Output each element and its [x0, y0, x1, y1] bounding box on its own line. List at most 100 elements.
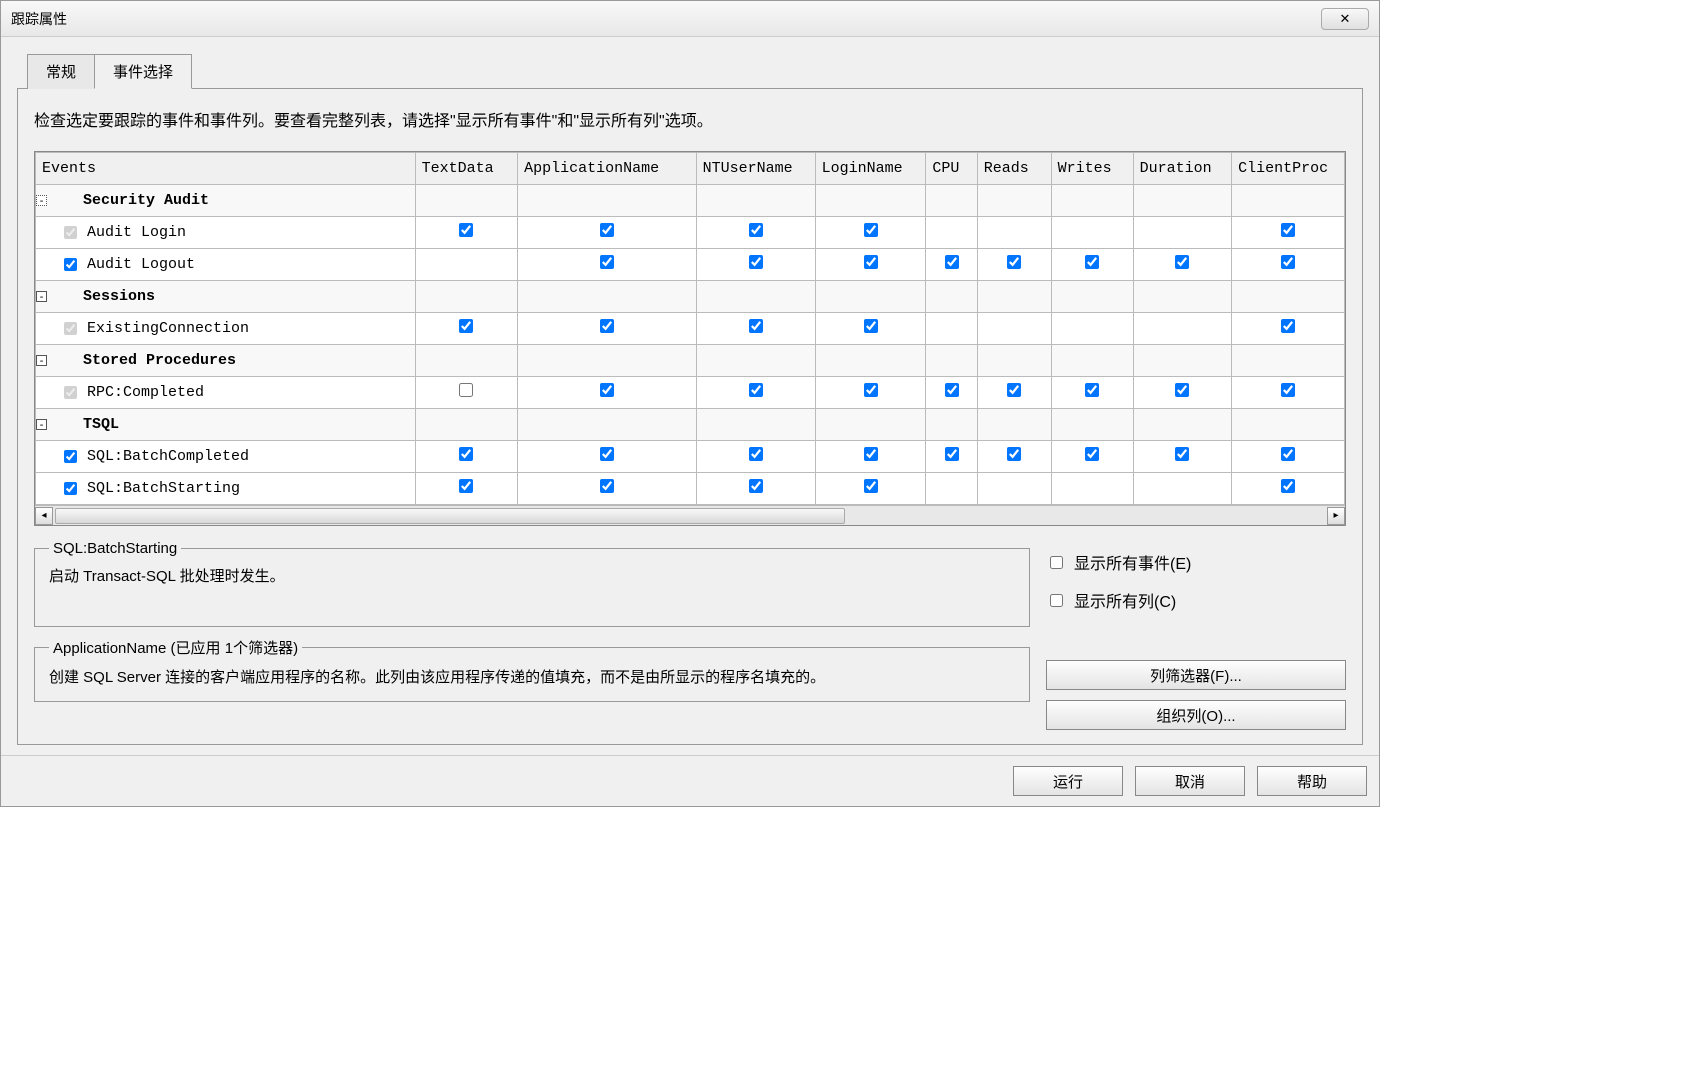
run-button[interactable]: 运行: [1013, 766, 1123, 796]
cell-writes[interactable]: [1051, 217, 1133, 249]
horizontal-scrollbar[interactable]: ◂ ▸: [35, 505, 1345, 525]
cell-checkbox[interactable]: [1281, 223, 1295, 237]
tab-general[interactable]: 常规: [27, 54, 95, 89]
cell-checkbox[interactable]: [749, 319, 763, 333]
cell-checkbox[interactable]: [600, 479, 614, 493]
cell-checkbox[interactable]: [864, 479, 878, 493]
cell-appname[interactable]: [518, 217, 697, 249]
cell-checkbox[interactable]: [1007, 255, 1021, 269]
col-header-reads[interactable]: Reads: [977, 153, 1051, 185]
cell-client[interactable]: [1232, 249, 1345, 281]
show-all-events-option[interactable]: 显示所有事件(E): [1046, 550, 1346, 574]
cell-checkbox[interactable]: [600, 255, 614, 269]
cell-textdata[interactable]: [415, 377, 518, 409]
cell-checkbox[interactable]: [1085, 255, 1099, 269]
cell-checkbox[interactable]: [1007, 447, 1021, 461]
cell-client[interactable]: [1232, 377, 1345, 409]
cell-checkbox[interactable]: [749, 479, 763, 493]
cell-appname[interactable]: [518, 473, 697, 505]
cell-checkbox[interactable]: [600, 223, 614, 237]
cell-checkbox[interactable]: [864, 255, 878, 269]
cell-checkbox[interactable]: [1175, 383, 1189, 397]
cell-writes[interactable]: [1051, 249, 1133, 281]
event-cell[interactable]: ExistingConnection: [36, 313, 416, 345]
help-button[interactable]: 帮助: [1257, 766, 1367, 796]
group-cell[interactable]: -Sessions: [36, 281, 416, 313]
cell-login[interactable]: [815, 313, 926, 345]
cell-checkbox[interactable]: [459, 447, 473, 461]
cell-checkbox[interactable]: [945, 383, 959, 397]
cell-reads[interactable]: [977, 377, 1051, 409]
cell-cpu[interactable]: [926, 377, 977, 409]
cell-checkbox[interactable]: [749, 447, 763, 461]
cell-checkbox[interactable]: [1175, 447, 1189, 461]
cell-checkbox[interactable]: [1281, 255, 1295, 269]
cell-checkbox[interactable]: [459, 223, 473, 237]
cell-checkbox[interactable]: [864, 319, 878, 333]
cell-duration[interactable]: [1133, 249, 1231, 281]
cell-writes[interactable]: [1051, 313, 1133, 345]
cell-checkbox[interactable]: [749, 383, 763, 397]
cell-checkbox[interactable]: [1281, 383, 1295, 397]
cell-ntuser[interactable]: [696, 249, 815, 281]
col-header-login[interactable]: LoginName: [815, 153, 926, 185]
cell-checkbox[interactable]: [1175, 255, 1189, 269]
cell-login[interactable]: [815, 377, 926, 409]
event-cell[interactable]: Audit Login: [36, 217, 416, 249]
scroll-right-icon[interactable]: ▸: [1327, 507, 1345, 525]
cell-cpu[interactable]: [926, 441, 977, 473]
event-cell[interactable]: Audit Logout: [36, 249, 416, 281]
col-header-duration[interactable]: Duration: [1133, 153, 1231, 185]
cell-ntuser[interactable]: [696, 473, 815, 505]
cell-checkbox[interactable]: [600, 447, 614, 461]
col-header-textdata[interactable]: TextData: [415, 153, 518, 185]
collapse-icon[interactable]: -: [36, 419, 47, 430]
cell-duration[interactable]: [1133, 377, 1231, 409]
cell-appname[interactable]: [518, 441, 697, 473]
cell-reads[interactable]: [977, 249, 1051, 281]
show-all-columns-option[interactable]: 显示所有列(C): [1046, 588, 1346, 612]
cell-ntuser[interactable]: [696, 441, 815, 473]
show-all-events-checkbox[interactable]: [1050, 556, 1063, 569]
cell-login[interactable]: [815, 441, 926, 473]
cell-checkbox[interactable]: [749, 223, 763, 237]
cell-checkbox[interactable]: [1007, 383, 1021, 397]
cell-writes[interactable]: [1051, 441, 1133, 473]
cell-checkbox[interactable]: [864, 223, 878, 237]
cell-checkbox[interactable]: [749, 255, 763, 269]
cell-checkbox[interactable]: [1085, 447, 1099, 461]
cell-textdata[interactable]: [415, 313, 518, 345]
cell-cpu[interactable]: [926, 249, 977, 281]
cell-checkbox[interactable]: [1281, 447, 1295, 461]
cell-checkbox[interactable]: [864, 383, 878, 397]
cell-login[interactable]: [815, 473, 926, 505]
scroll-thumb[interactable]: [55, 508, 845, 524]
cell-reads[interactable]: [977, 217, 1051, 249]
cell-textdata[interactable]: [415, 473, 518, 505]
cell-login[interactable]: [815, 249, 926, 281]
event-enable-checkbox[interactable]: [64, 226, 77, 239]
col-header-client[interactable]: ClientProc: [1232, 153, 1345, 185]
cell-checkbox[interactable]: [864, 447, 878, 461]
col-header-appname[interactable]: ApplicationName: [518, 153, 697, 185]
cell-reads[interactable]: [977, 473, 1051, 505]
event-enable-checkbox[interactable]: [64, 386, 77, 399]
cell-ntuser[interactable]: [696, 377, 815, 409]
group-cell[interactable]: -Security Audit: [36, 185, 416, 217]
cell-reads[interactable]: [977, 313, 1051, 345]
cell-appname[interactable]: [518, 249, 697, 281]
cell-reads[interactable]: [977, 441, 1051, 473]
cell-checkbox[interactable]: [459, 479, 473, 493]
cell-checkbox[interactable]: [600, 383, 614, 397]
cell-checkbox[interactable]: [1085, 383, 1099, 397]
event-cell[interactable]: SQL:BatchCompleted: [36, 441, 416, 473]
group-cell[interactable]: -TSQL: [36, 409, 416, 441]
col-header-events[interactable]: Events: [36, 153, 416, 185]
cell-client[interactable]: [1232, 313, 1345, 345]
cancel-button[interactable]: 取消: [1135, 766, 1245, 796]
cell-duration[interactable]: [1133, 313, 1231, 345]
column-filters-button[interactable]: 列筛选器(F)...: [1046, 660, 1346, 690]
cell-client[interactable]: [1232, 441, 1345, 473]
event-enable-checkbox[interactable]: [64, 322, 77, 335]
cell-client[interactable]: [1232, 473, 1345, 505]
